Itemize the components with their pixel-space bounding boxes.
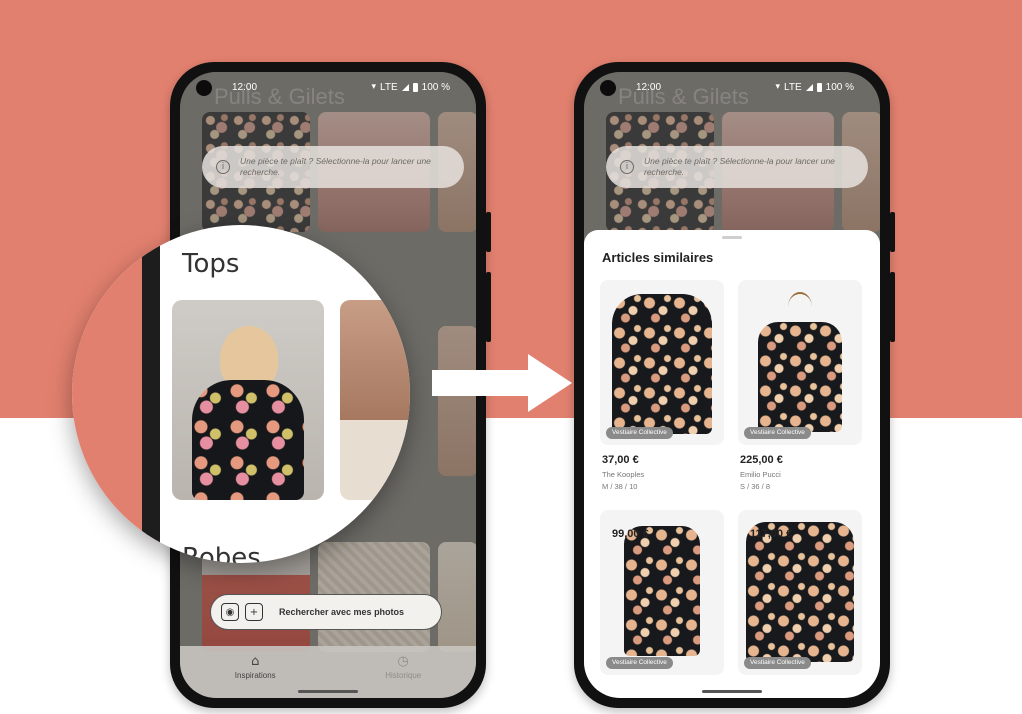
magnifier-zoom: Tops Robes	[72, 225, 410, 563]
nav-item-label: Inspirations	[234, 671, 276, 680]
floral-blouse	[192, 380, 304, 500]
home-indicator	[298, 690, 358, 693]
product-price: 225,00 €	[740, 454, 783, 466]
product-brand: The Kooples	[602, 470, 645, 479]
search-with-photos-label: Rechercher avec mes photos	[279, 607, 405, 617]
camera-icon: ◉	[221, 603, 239, 621]
volume-button	[486, 272, 491, 342]
right-phone-screen: 12:00 ▾ LTE 100 % Pulls & Gilets i Une p…	[584, 72, 880, 698]
section-title-tops: Tops	[182, 249, 240, 279]
product-price: 117,00 €	[750, 528, 793, 540]
garment-floral-shirt	[758, 322, 842, 432]
front-camera	[600, 80, 616, 96]
info-icon: i	[216, 160, 230, 174]
sheet-drag-handle[interactable]	[722, 236, 742, 239]
home-indicator	[702, 690, 762, 693]
volume-button	[890, 272, 895, 342]
status-bar: 12:00 ▾ LTE 100 %	[180, 72, 476, 102]
network-label: LTE	[784, 81, 802, 93]
battery-icon	[412, 82, 418, 92]
wifi-icon: ▾	[775, 82, 781, 92]
info-banner-text: Une pièce te plaît ? Sélectionne-la pour…	[240, 156, 431, 177]
info-banner-text: Une pièce te plaît ? Sélectionne-la pour…	[644, 156, 835, 177]
search-with-photos-button[interactable]: ◉ + Rechercher avec mes photos	[210, 594, 442, 630]
power-button	[486, 212, 491, 252]
nav-item-label: Historique	[385, 671, 422, 680]
nav-item-historique[interactable]: ◷ Historique	[385, 654, 421, 680]
info-banner: i Une pièce te plaît ? Sélectionne-la po…	[202, 146, 464, 188]
status-icons: ▾ LTE 100 %	[776, 82, 855, 93]
seller-tag: Vestiaire Collective	[744, 657, 811, 669]
battery-label: 100 %	[825, 81, 854, 93]
right-phone: 12:00 ▾ LTE 100 % Pulls & Gilets i Une p…	[574, 62, 895, 708]
front-camera	[196, 80, 212, 96]
info-icon: i	[620, 160, 634, 174]
network-label: LTE	[380, 81, 398, 93]
product-size: M / 38 / 10	[602, 482, 638, 491]
home-icon: ⌂	[251, 654, 260, 669]
garment-floral-cardigan	[624, 526, 700, 656]
battery-label: 100 %	[421, 81, 450, 93]
status-bar: 12:00 ▾ LTE 100 %	[584, 72, 880, 102]
signal-icon	[401, 83, 409, 91]
top-card[interactable]	[340, 300, 410, 500]
seller-tag: Vestiaire Collective	[744, 427, 811, 439]
nav-item-inspirations[interactable]: ⌂ Inspirations	[235, 654, 276, 680]
battery-icon	[816, 82, 822, 92]
section-title-robes: Robes	[182, 543, 261, 563]
signal-icon	[805, 83, 813, 91]
selected-top-card[interactable]	[172, 300, 324, 500]
status-time: 12:00	[232, 81, 258, 93]
sheet-title: Articles similaires	[602, 250, 714, 265]
history-icon: ◷	[397, 654, 409, 669]
wifi-icon: ▾	[371, 82, 377, 92]
arrow-right-icon	[432, 354, 572, 412]
product-price: 99,00 €	[612, 528, 649, 540]
magnifier-phone-edge	[142, 225, 160, 563]
similar-items-sheet: Articles similaires Vestiaire Collective…	[584, 230, 880, 698]
gallery-icon: +	[245, 603, 263, 621]
product-image[interactable]: Vestiaire Collective	[600, 280, 724, 445]
product-image[interactable]: Vestiaire Collective	[738, 280, 862, 445]
product-price: 37,00 €	[602, 454, 639, 466]
status-icons: ▾ LTE 100 %	[372, 82, 451, 93]
seller-tag: Vestiaire Collective	[606, 657, 673, 669]
power-button	[890, 212, 895, 252]
info-banner: i Une pièce te plaît ? Sélectionne-la po…	[606, 146, 868, 188]
garment-floral-shirt	[612, 294, 712, 434]
status-time: 12:00	[636, 81, 662, 93]
garment-floral-blouse	[746, 522, 854, 662]
product-brand: Emilio Pucci	[740, 470, 781, 479]
product-size: S / 36 / 8	[740, 482, 771, 491]
seller-tag: Vestiaire Collective	[606, 427, 673, 439]
hanger-icon	[788, 292, 812, 322]
